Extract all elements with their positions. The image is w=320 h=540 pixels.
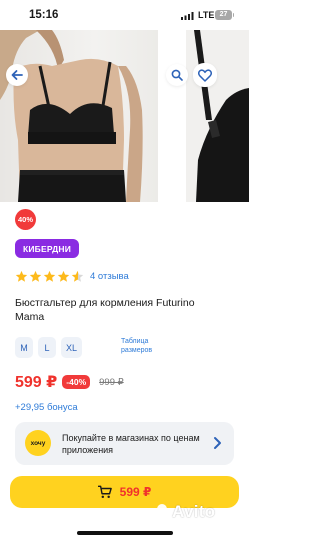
star-full-icon (57, 270, 70, 282)
size-option-l[interactable]: L (38, 337, 56, 358)
cart-icon (97, 485, 112, 499)
status-bar: 15:16 LTE 27 (0, 0, 249, 30)
rating-stars (15, 270, 84, 283)
size-table-link[interactable]: Таблица размеров (121, 337, 181, 355)
product-photo-flatlay[interactable] (186, 30, 249, 202)
battery-icon: 27 (215, 10, 234, 20)
app-price-banner[interactable]: хочу Покупайте в магазинах по ценам прил… (15, 422, 234, 465)
product-photo-model[interactable] (0, 30, 158, 202)
promo-chip[interactable]: КИБЕРДНИ (15, 239, 79, 258)
bonus-link[interactable]: +29,95 бонуса (15, 402, 78, 413)
star-full-icon (15, 270, 28, 282)
old-price: 999 ₽ (99, 376, 124, 388)
size-option-xl[interactable]: XL (61, 337, 82, 358)
chevron-right-icon (214, 437, 221, 449)
avito-watermark: Avito (172, 502, 216, 521)
star-full-icon (43, 270, 56, 282)
size-option-m[interactable]: M (15, 337, 33, 358)
hochu-logo: хочу (25, 430, 51, 456)
price-row: 599 ₽ -40% 999 ₽ (15, 372, 124, 392)
signal-icon (181, 12, 194, 20)
heart-icon (198, 68, 212, 82)
rating-row[interactable]: 4 отзыва (15, 268, 129, 284)
model-photo-illustration (0, 30, 143, 202)
flatlay-photo-illustration (194, 30, 249, 202)
favorite-button[interactable] (193, 63, 217, 87)
product-gallery[interactable] (0, 30, 249, 202)
back-button[interactable] (6, 64, 28, 86)
current-price: 599 ₽ (15, 374, 58, 391)
star-full-icon (29, 270, 42, 282)
cart-price: 599 ₽ (119, 485, 152, 499)
status-time: 15:16 (29, 9, 59, 21)
star-half-icon (71, 270, 84, 282)
product-title: Бюстгальтер для кормления Futurino Mama (15, 297, 195, 323)
search-button[interactable] (166, 64, 188, 86)
app-banner-text: Покупайте в магазинах по ценам приложени… (62, 433, 200, 455)
arrow-left-icon (11, 70, 23, 80)
size-selector: M L XL (15, 337, 82, 358)
search-icon (171, 69, 183, 81)
home-indicator (77, 531, 173, 535)
reviews-link[interactable]: 4 отзыва (90, 271, 129, 282)
price-discount-badge: -40% (62, 375, 91, 389)
discount-badge: 40% (15, 209, 36, 230)
network-type: LTE (198, 10, 215, 20)
